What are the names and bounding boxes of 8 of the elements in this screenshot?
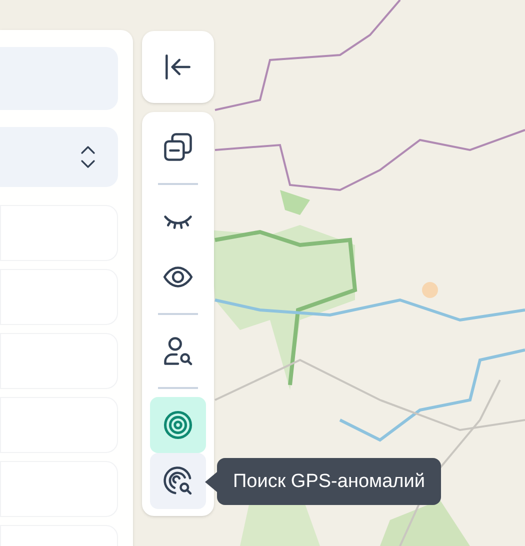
tool-button[interactable]: [150, 453, 206, 509]
select-field[interactable]: [0, 127, 118, 187]
target-icon: [161, 408, 195, 442]
chevron-updown-icon: [80, 143, 96, 171]
tooltip: Поиск GPS-аномалий: [217, 458, 441, 505]
layers-icon: [161, 130, 195, 164]
user-search-icon: [161, 334, 195, 368]
tooltip-pointer: [205, 472, 217, 492]
